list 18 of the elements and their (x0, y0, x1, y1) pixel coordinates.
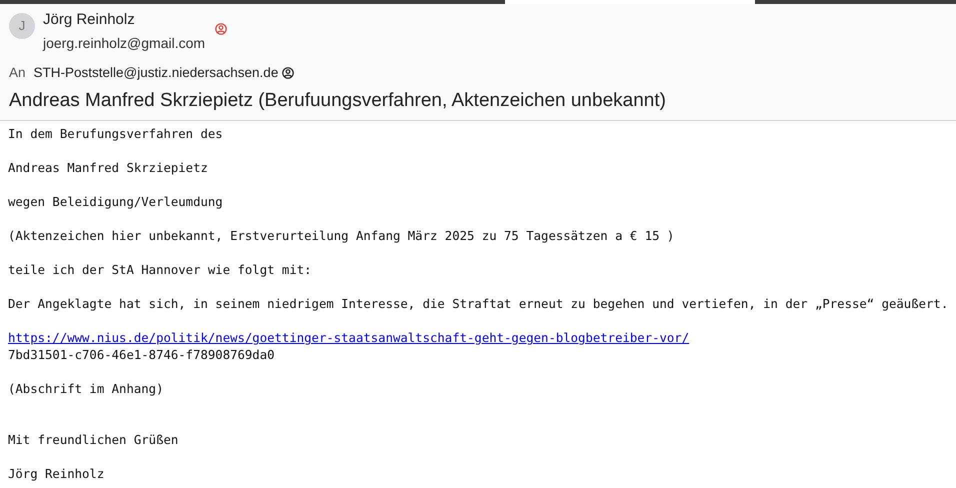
body-text: wegen Beleidigung/Verleumdung (8, 195, 223, 210)
email-subject: Andreas Manfred Skrziepietz (Berufuungsverfahren, Aktenzeichen unbekannt) (9, 89, 667, 114)
body-text: 7bd31501-c706-46e1-8746-f78908769da0 (8, 348, 275, 362)
body-text: In dem Berufungsverfahren des (8, 127, 223, 142)
sender-name: Jörg Reinholz (43, 10, 136, 30)
recipient-address[interactable]: STH-Poststelle@justiz.niedersachsen.de (34, 63, 278, 84)
body-text: Der Angeklagte hat sich, in seinem niedrigem Interesse, die Straftat erneut zu begehen und vertiefen, in der „Presse“ geäußert. (8, 297, 948, 312)
recipient-label: An (9, 64, 26, 82)
body-text: Jörg Reinholz (8, 467, 104, 482)
sender-email[interactable]: joerg.reinholz@gmail.com (43, 33, 206, 53)
body-text: (Aktenzeichen hier unbekannt, Erstverurteilung Anfang März 2025 zu 75 Tagessätzen a € 15 ) (8, 229, 674, 244)
body-text: (Abschrift im Anhang) (8, 382, 164, 396)
article-link[interactable]: https://www.nius.de/politik/news/goettinger-staatsanwaltschaft-geht-gegen-blogbetreiber-vor/ (8, 331, 690, 346)
body-text: teile ich der StA Hannover wie folgt mit: (8, 263, 312, 278)
avatar: J (9, 13, 35, 39)
body-text: Mit freundlichen Grüßen (8, 433, 178, 448)
body-text: Andreas Manfred Skrziepietz (8, 161, 208, 176)
contact-icon[interactable] (282, 67, 294, 80)
